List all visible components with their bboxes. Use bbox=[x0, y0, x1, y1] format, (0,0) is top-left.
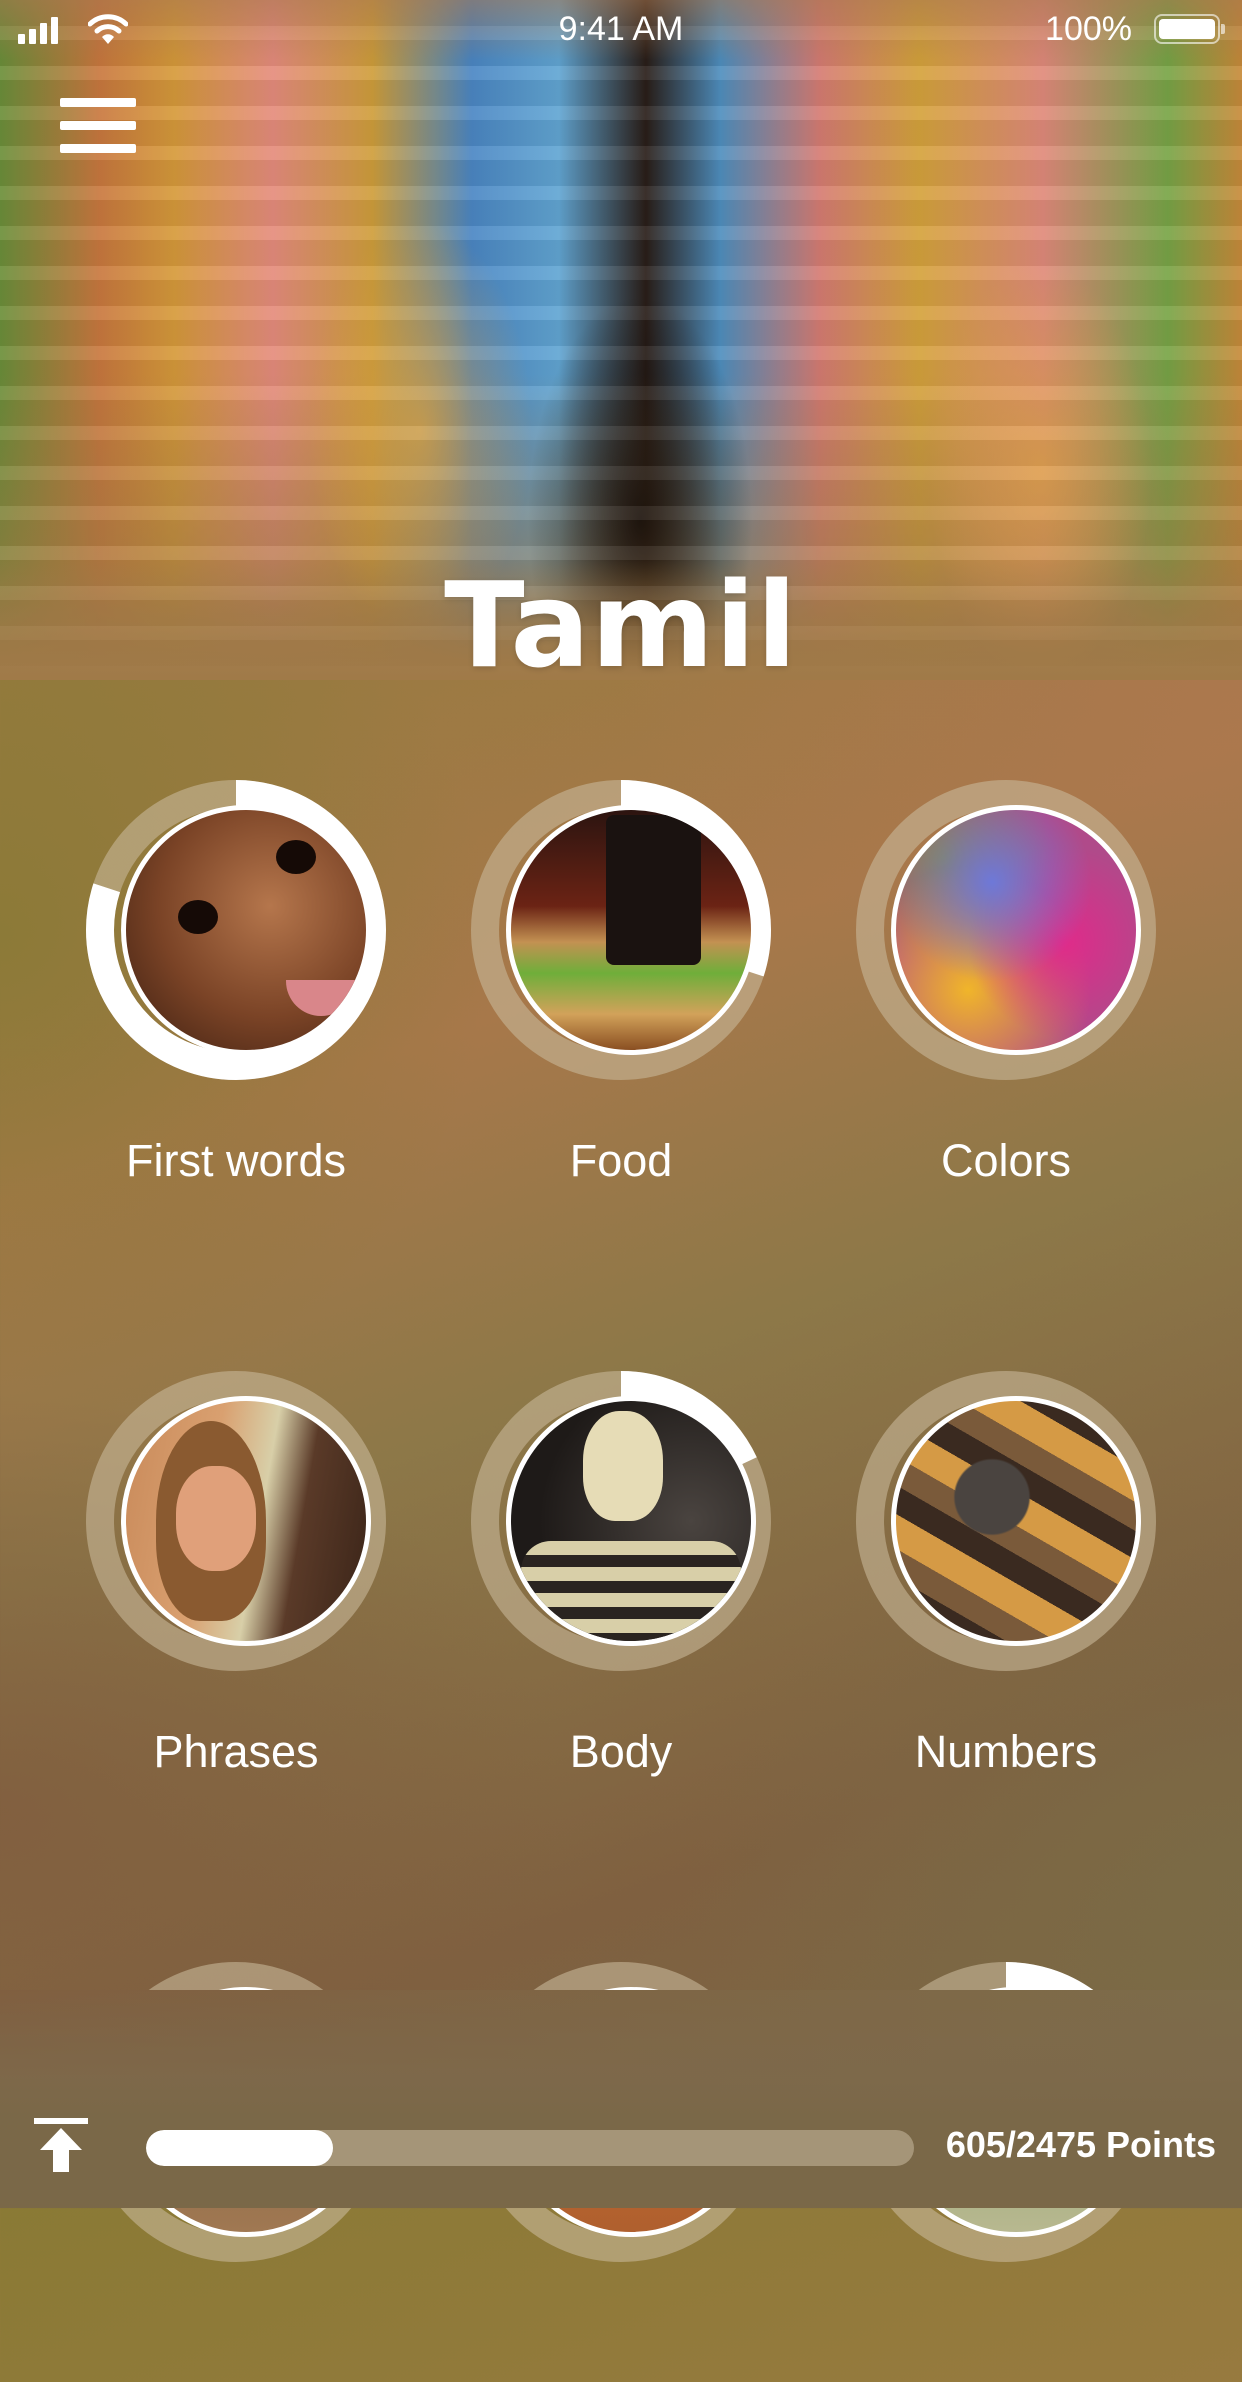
category-food[interactable]: Food bbox=[461, 780, 781, 1200]
burger-and-soda-photo bbox=[506, 805, 756, 1055]
category-label: Colors bbox=[940, 1135, 1072, 1186]
bottom-bar: 605/2475 Points bbox=[0, 2100, 1242, 2208]
points-progress-bar bbox=[146, 2130, 914, 2166]
skeleton-photo bbox=[506, 1396, 756, 1646]
baby-face-photo bbox=[121, 805, 371, 1055]
category-phrases[interactable]: Phrases bbox=[76, 1371, 396, 1791]
category-body[interactable]: Body bbox=[461, 1371, 781, 1791]
category-label: Food bbox=[569, 1135, 673, 1186]
scroll-to-top-button[interactable] bbox=[32, 2114, 92, 2174]
points-progress-fill bbox=[146, 2130, 334, 2166]
category-grid: First words Food Colors Phrases Body Num… bbox=[0, 0, 1242, 2262]
category-numbers[interactable]: Numbers bbox=[846, 1371, 1166, 1791]
scroll-to-top-icon bbox=[34, 2118, 88, 2172]
category-label: First words bbox=[125, 1135, 346, 1186]
smiling-woman-photo bbox=[121, 1396, 371, 1646]
category-label: Body bbox=[569, 1726, 673, 1777]
category-label: Phrases bbox=[153, 1726, 319, 1777]
category-colors[interactable]: Colors bbox=[846, 780, 1166, 1200]
category-first-words[interactable]: First words bbox=[76, 780, 396, 1200]
points-label: 605/2475 Points bbox=[945, 2124, 1216, 2165]
category-label: Numbers bbox=[914, 1726, 1098, 1777]
wooden-numbers-photo bbox=[891, 1396, 1141, 1646]
color-powder-photo bbox=[891, 805, 1141, 1055]
